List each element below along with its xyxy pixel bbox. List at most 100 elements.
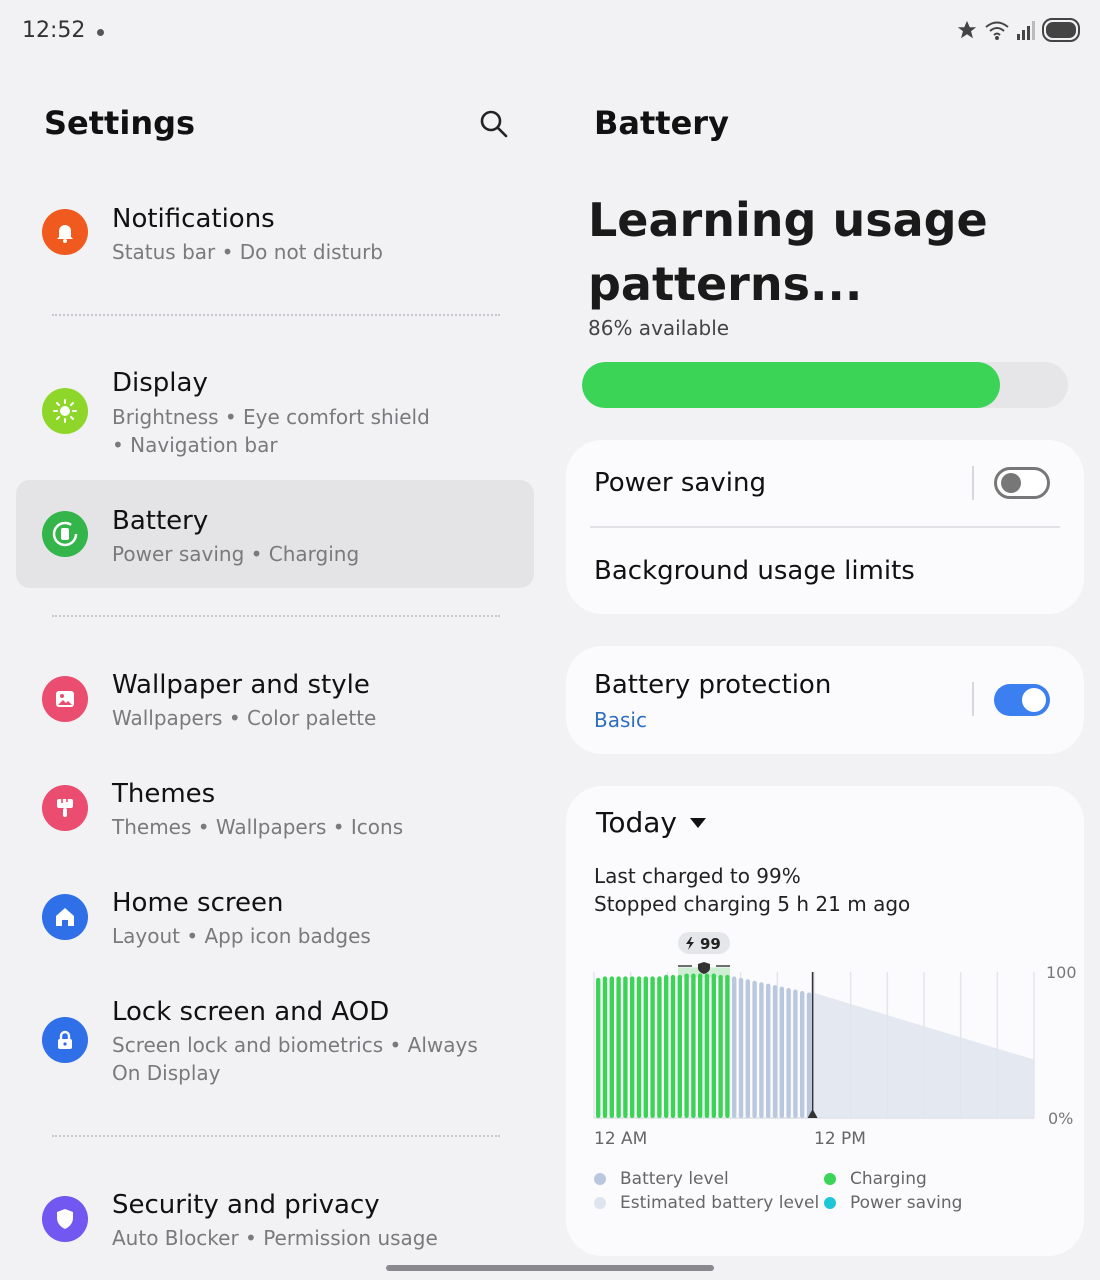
legend-charging: Charging <box>824 1169 927 1189</box>
home-icon <box>42 894 88 940</box>
stopped-charging-text: Stopped charging 5 h 21 m ago <box>594 892 911 916</box>
shield-icon <box>42 1196 88 1242</box>
battery-protection-toggle[interactable] <box>994 684 1050 716</box>
home-indicator[interactable] <box>386 1265 714 1271</box>
background-usage-limits-row[interactable]: Background usage limits <box>566 528 1084 614</box>
wifi-icon <box>985 21 1009 40</box>
battery-level-bar <box>759 982 764 1118</box>
power-card: Power saving Background usage limits <box>566 440 1084 614</box>
charging-bar <box>664 974 669 1118</box>
sun-icon <box>42 388 88 434</box>
battery-protection-card[interactable]: Battery protection Basic <box>566 646 1084 754</box>
settings-item-subtitle: Screen lock and biometrics • Always On D… <box>112 1033 478 1085</box>
battery-level-bar <box>793 989 798 1118</box>
chevron-down-icon[interactable] <box>690 818 706 828</box>
battery-level-fill <box>582 362 1000 408</box>
settings-item-title: Wallpaper and style <box>112 670 370 700</box>
settings-item-title: Battery <box>112 506 209 536</box>
battery-available-text: 86% available <box>588 316 730 340</box>
x-tick-label: 12 PM <box>814 1129 866 1149</box>
power-saving-row[interactable]: Power saving <box>566 440 1084 528</box>
battery-protection-mode: Basic <box>594 708 647 732</box>
legend-battery-level: Battery level <box>594 1169 729 1189</box>
charging-bar <box>718 974 723 1118</box>
battery-level-bar <box>786 988 791 1118</box>
settings-item-title: Lock screen and AOD <box>112 997 390 1027</box>
charging-bar <box>698 973 703 1118</box>
settings-item-subtitle: Themes • Wallpapers • Icons <box>112 815 404 839</box>
status-bar: 12:52 <box>0 0 1100 64</box>
battery-usage-chart: 99 100 0% 12 AM 12 PM <box>593 932 1077 1149</box>
charging-bar <box>616 976 621 1118</box>
background-usage-limits-label: Background usage limits <box>594 556 915 586</box>
battery-protection-label: Battery protection <box>594 670 832 700</box>
bell-icon <box>42 209 88 255</box>
charging-bar <box>657 976 662 1118</box>
star-icon <box>957 20 977 39</box>
row-divider <box>972 466 974 500</box>
last-charged-text: Last charged to 99% <box>594 864 801 888</box>
search-icon <box>480 110 508 138</box>
search-button[interactable] <box>476 106 512 142</box>
notification-dot <box>97 29 104 36</box>
charging-bar <box>636 976 642 1118</box>
battery-level-bar <box>732 976 737 1118</box>
settings-item-subtitle: Auto Blocker • Permission usage <box>112 1226 438 1250</box>
clock: 12:52 <box>22 18 86 43</box>
battery-level-bar <box>806 992 812 1118</box>
settings-item-title: Notifications <box>112 204 275 234</box>
signal-icon <box>1017 21 1035 40</box>
charging-bar <box>670 974 676 1118</box>
battery-title: Battery <box>594 104 729 142</box>
divider <box>52 1135 500 1137</box>
charging-bar <box>609 976 614 1118</box>
battery-level-bar <box>800 990 805 1118</box>
settings-item-notifications[interactable]: Notifications Status bar • Do not distur… <box>16 190 534 280</box>
settings-item-home-screen[interactable]: Home screen Layout • App icon badges <box>16 874 534 964</box>
usage-card: Today Last charged to 99% Stopped chargi… <box>566 786 1084 1256</box>
settings-item-subtitle: Status bar • Do not disturb <box>112 240 383 264</box>
battery-level-bar <box>772 985 778 1118</box>
battery-level-bar <box>745 979 750 1118</box>
legend-power-saving: Power saving <box>824 1193 962 1213</box>
power-saving-toggle[interactable] <box>994 467 1050 499</box>
charging-bar <box>596 977 601 1118</box>
settings-item-lock-screen[interactable]: Lock screen and AOD Screen lock and biom… <box>16 983 534 1101</box>
battery-icon <box>1042 18 1080 42</box>
charging-bar <box>691 973 696 1118</box>
status-icons <box>956 18 1080 42</box>
battery-level-bar <box>752 980 757 1118</box>
y-tick-label: 0% <box>1048 1109 1073 1128</box>
y-tick-label: 100 <box>1046 963 1077 982</box>
charging-bar <box>650 976 655 1118</box>
battery-level-bar <box>766 983 771 1118</box>
settings-item-battery[interactable]: Battery Power saving • Charging <box>16 480 534 588</box>
charging-bar <box>711 973 716 1118</box>
settings-item-wallpaper[interactable]: Wallpaper and style Wallpapers • Color p… <box>16 656 534 746</box>
settings-item-themes[interactable]: Themes Themes • Wallpapers • Icons <box>16 765 534 855</box>
charging-bar <box>725 974 730 1118</box>
settings-title: Settings <box>44 104 196 142</box>
settings-item-subtitle: Layout • App icon badges <box>112 924 371 948</box>
divider <box>52 615 500 617</box>
settings-item-security[interactable]: Security and privacy Auto Blocker • Perm… <box>16 1176 534 1266</box>
divider <box>52 314 500 316</box>
settings-item-subtitle: Brightness • Eye comfort shield • Naviga… <box>112 405 430 457</box>
settings-item-subtitle: Wallpapers • Color palette <box>112 706 377 730</box>
period-dropdown[interactable]: Today <box>596 806 677 839</box>
settings-item-display[interactable]: Display Brightness • Eye comfort shield … <box>16 352 534 470</box>
charging-bar <box>684 973 689 1118</box>
x-tick-label: 12 AM <box>594 1129 647 1149</box>
charging-bar <box>630 976 635 1118</box>
settings-item-title: Home screen <box>112 888 284 918</box>
charging-bar <box>623 976 628 1118</box>
charge-badge-value: 99 <box>700 935 721 953</box>
settings-item-subtitle: Power saving • Charging <box>112 542 360 566</box>
lock-icon <box>42 1017 88 1063</box>
charge-summary: Last charged to 99% Stopped charging 5 h… <box>594 862 910 918</box>
settings-item-title: Display <box>112 368 208 398</box>
charging-bar <box>643 976 648 1118</box>
image-icon <box>42 676 88 722</box>
charging-bar <box>677 974 682 1118</box>
battery-level-bar <box>779 986 784 1118</box>
